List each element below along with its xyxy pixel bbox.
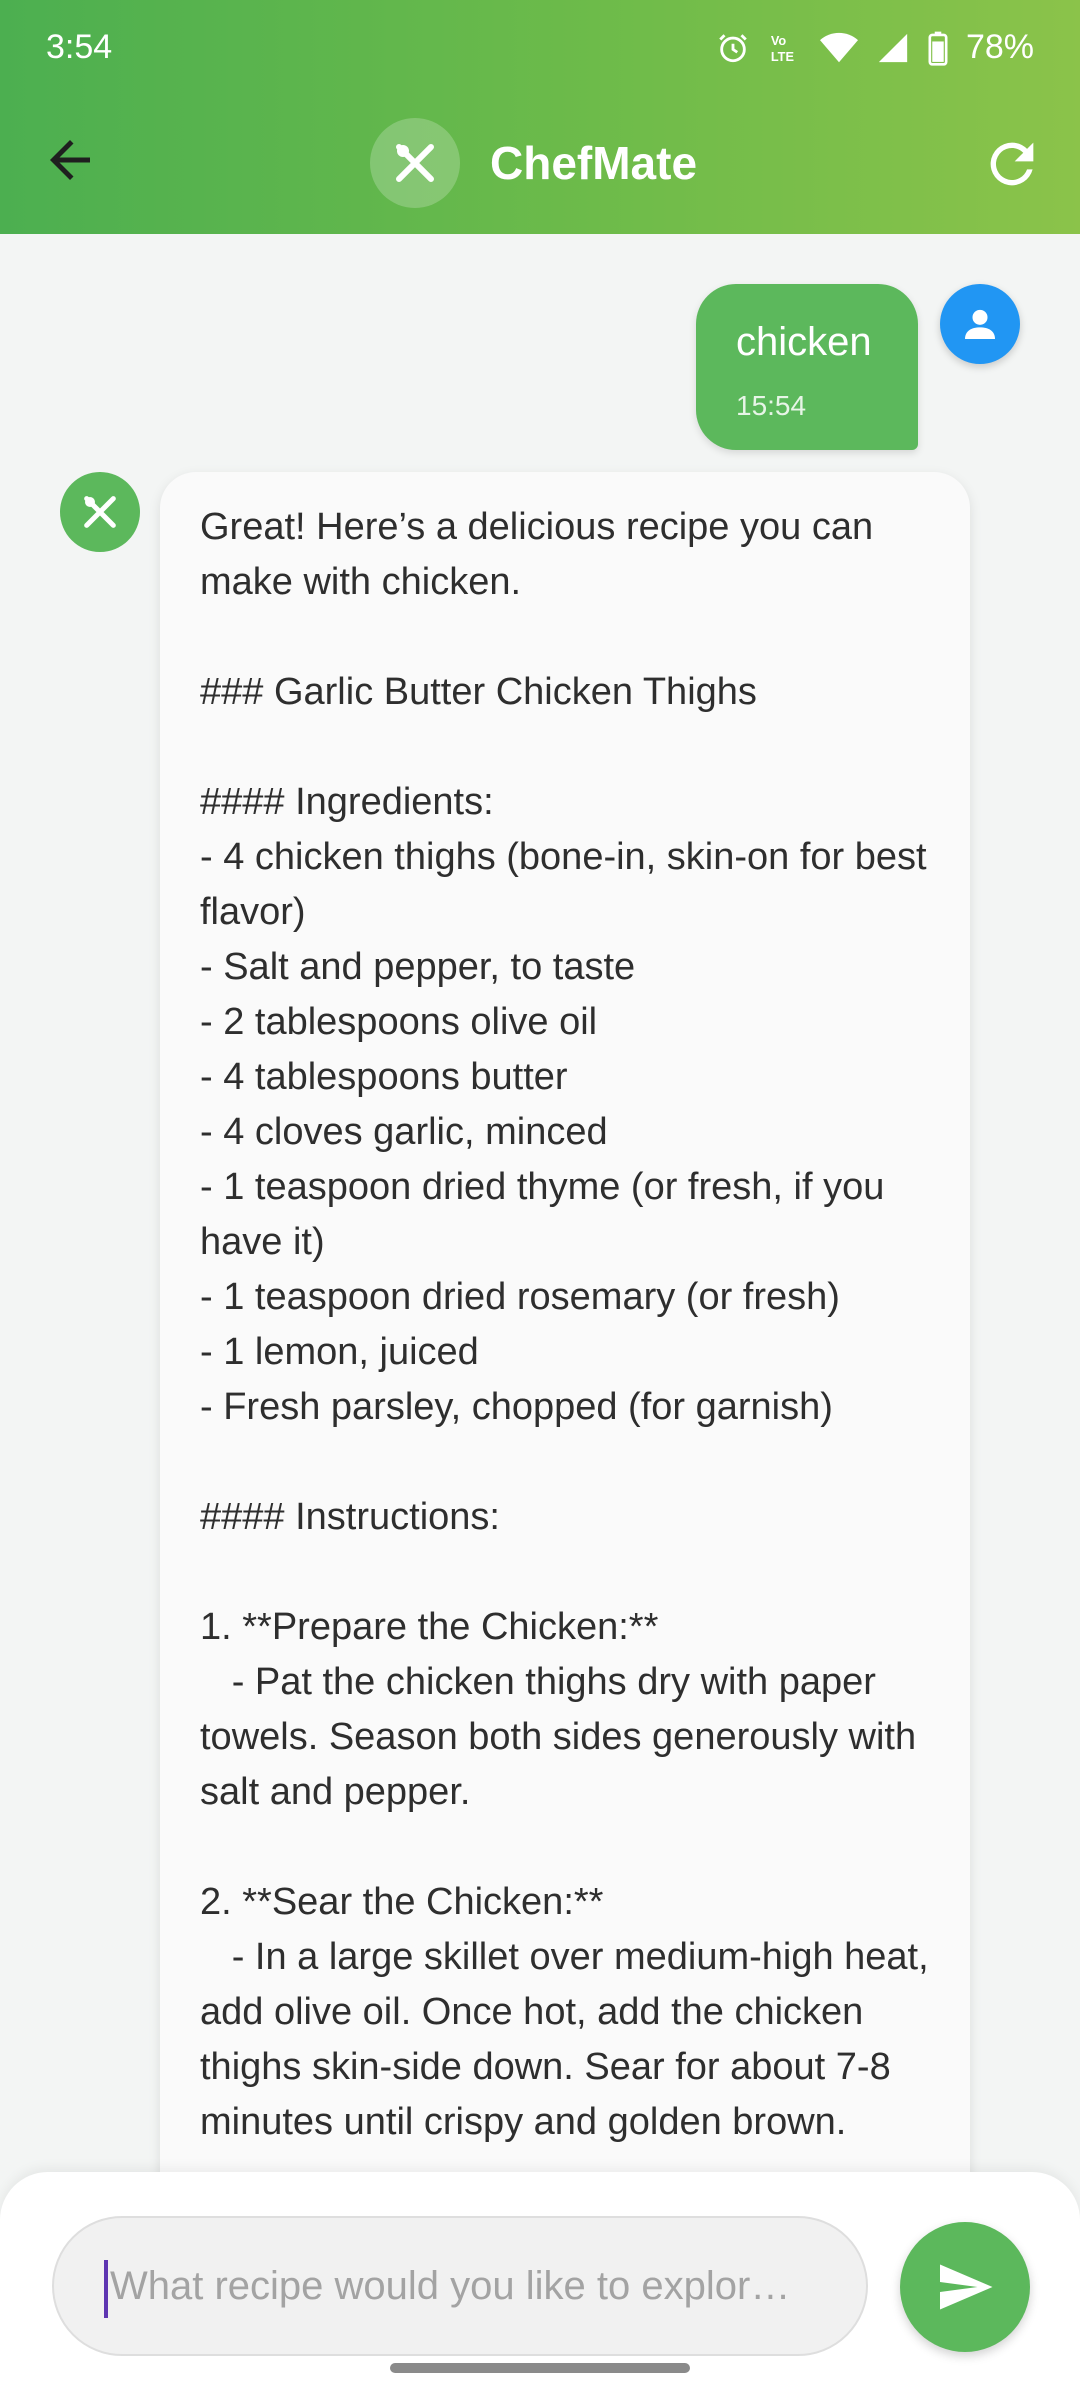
home-indicator[interactable]	[390, 2363, 690, 2373]
user-avatar	[940, 284, 1020, 364]
refresh-button[interactable]	[980, 132, 1044, 196]
user-message-time: 15:54	[736, 390, 807, 421]
refresh-icon	[990, 142, 1034, 186]
svg-text:Vo: Vo	[771, 33, 787, 48]
utensils-icon	[84, 496, 116, 528]
send-icon	[940, 2264, 993, 2310]
bot-message-text: Great! Here’s a delicious recipe you can…	[200, 506, 929, 2143]
arrow-left-icon	[50, 140, 90, 180]
person-icon	[965, 309, 995, 339]
app-header: 3:54 Vo LTE 78% ChefMate	[0, 0, 1080, 234]
app-logo	[370, 118, 460, 208]
chat-area[interactable]: chicken 15:54 Great! Here’s a delicious …	[0, 234, 1080, 2174]
send-button[interactable]	[900, 2222, 1030, 2352]
battery-percent: 78%	[965, 28, 1034, 66]
wifi-icon	[819, 31, 858, 65]
message-input[interactable]: What recipe would you like to explor…	[52, 2216, 868, 2356]
battery-icon	[928, 30, 948, 66]
bot-avatar	[60, 472, 140, 552]
volte-icon: Vo LTE	[768, 31, 802, 65]
input-placeholder: What recipe would you like to explor…	[110, 2264, 791, 2308]
status-bar: 3:54 Vo LTE 78%	[0, 0, 1080, 96]
status-time: 3:54	[46, 28, 113, 66]
utensils-icon	[396, 144, 434, 182]
user-message-text: chicken	[736, 320, 872, 364]
status-icons: Vo LTE 78%	[716, 28, 1034, 67]
app-title: ChefMate	[490, 137, 698, 189]
back-button[interactable]	[40, 130, 100, 190]
text-caret	[104, 2260, 108, 2318]
alarm-icon	[716, 31, 750, 65]
user-message-bubble: chicken 15:54	[696, 284, 918, 450]
signal-icon	[876, 31, 910, 65]
svg-text:LTE: LTE	[771, 48, 794, 63]
bot-message-bubble: Great! Here’s a delicious recipe you can…	[160, 472, 970, 2174]
